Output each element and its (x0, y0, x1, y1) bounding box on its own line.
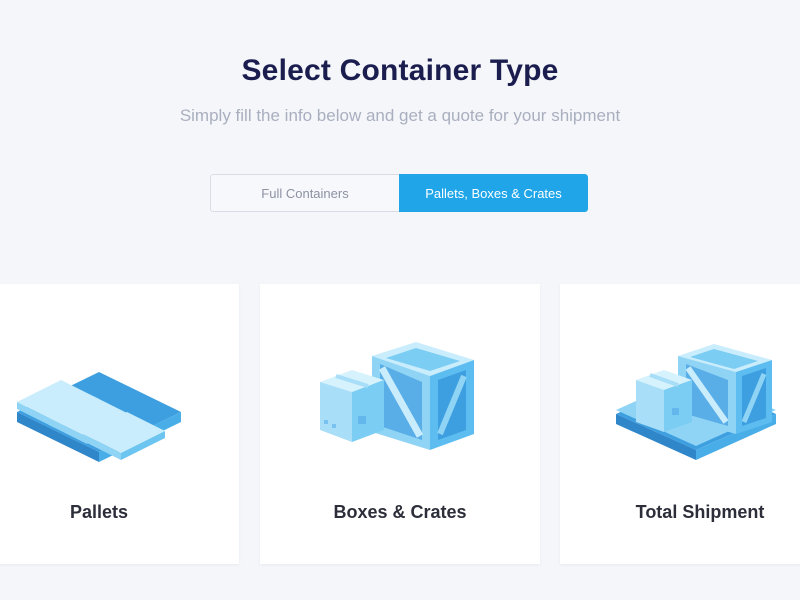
container-type-toggle: Full Containers Pallets, Boxes & Crates (210, 174, 588, 212)
page-title: Select Container Type (241, 54, 559, 87)
page-subtitle: Simply fill the info below and get a quo… (179, 106, 621, 125)
card-total-shipment[interactable]: Total Shipment (560, 284, 800, 564)
card-label-boxes-crates: Boxes & Crates (333, 502, 467, 522)
page: Select Container Type Simply fill the in… (0, 0, 800, 600)
pallet-icon (0, 334, 199, 474)
total-shipment-icon (600, 334, 800, 474)
tab-full-containers[interactable]: Full Containers (210, 174, 399, 212)
card-label-pallets: Pallets (69, 502, 129, 522)
card-label-total-shipment: Total Shipment (635, 502, 765, 522)
box-crate-icon (300, 334, 500, 474)
card-pallets[interactable]: Pallets (0, 284, 239, 564)
tab-pallets-boxes-crates[interactable]: Pallets, Boxes & Crates (399, 174, 588, 212)
card-boxes-crates[interactable]: Boxes & Crates (260, 284, 540, 564)
